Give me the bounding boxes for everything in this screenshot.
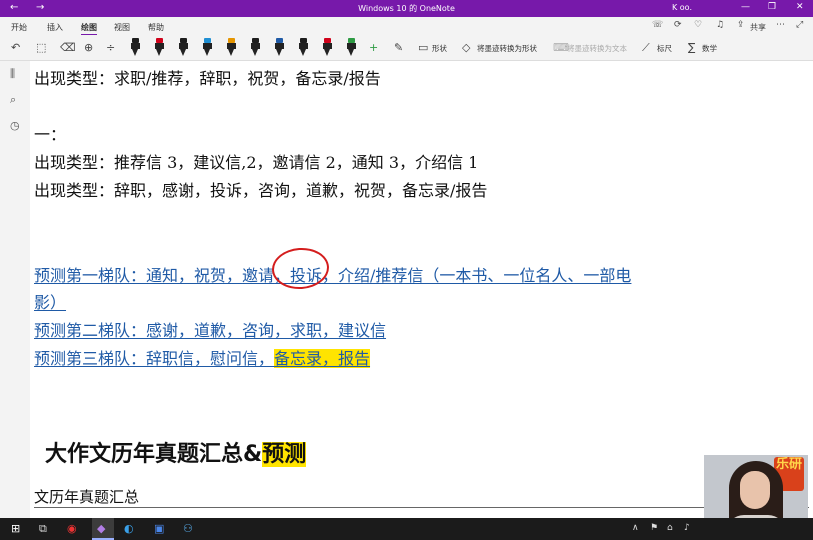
ink-to-text-button: 将墨迹转换为文本 [567,44,627,53]
expand-ribbon-icon[interactable]: ⤢ [796,20,803,30]
prediction-tier-1[interactable]: 预测第一梯队：通知，祝贺，邀请，投诉，介绍/推荐信（一本书、一位名人、一部电 [34,262,631,286]
close-icon[interactable]: ✕ [796,2,804,12]
prediction-tier-3[interactable]: 预测第三梯队：辞职信，慰问信，备忘录，报告 [34,345,371,369]
note-line: 出现类型：推荐信 3，建议信,2，邀请信 2，通知 3，介绍信 1 [34,153,479,172]
ink-to-shape-button[interactable]: 将墨迹转换为形状 [477,43,537,54]
pen-tip [300,49,306,56]
highlighted-text: 备忘录，报告 [274,349,371,368]
word-app-icon[interactable]: ▣ [154,522,164,535]
add-pen-icon[interactable]: + [369,41,378,54]
prediction-text: 预测第三梯队：辞职信，慰问信， [34,349,275,368]
note-line: 出现类型：求职/推荐，辞职，祝贺，备忘录/报告 [34,69,381,88]
pen-tip [276,49,282,56]
meeting-app-icon[interactable]: ⚇ [183,522,193,535]
ruler-icon[interactable]: ⟋ [642,41,650,55]
highlighted-heading-text: 预测 [262,442,307,467]
share-button[interactable]: 共享 [750,22,766,33]
lasso-select-icon[interactable]: ⬚ [36,41,46,54]
shapes-icon[interactable]: ▭ [418,41,428,54]
pen-tool[interactable] [155,38,164,57]
pen-tip [252,49,258,56]
pen-tip [132,49,138,56]
sync-icon[interactable]: ⟳ [674,20,682,30]
notifications-icon[interactable]: ☏ [652,20,663,30]
eraser-icon[interactable]: ⌫ [60,41,76,54]
tips-icon[interactable]: ♡ [694,20,702,30]
note-line: 一： [34,125,67,144]
minimize-icon[interactable]: — [741,2,750,12]
search-icon[interactable]: ⌕ [10,93,16,107]
tray-app-icon[interactable]: ⚑ [650,523,658,533]
onenote-window: { "window": { "title": "Windows 10 的 One… [0,0,813,540]
presenter-face [740,471,770,509]
pen-tip [228,49,234,56]
pen-tool[interactable] [203,38,212,57]
volume-icon[interactable]: ♪ [684,523,690,533]
subheading: 文历年真题汇总 [34,488,140,506]
heading-text: 大作文历年真题汇总& [45,442,263,467]
tab-help[interactable]: 帮助 [148,22,164,33]
pen-tip [348,49,354,56]
prediction-tier-2[interactable]: 预测第二梯队：感谢，道歉，咨询，求职，建议信 [34,317,386,341]
undo-icon[interactable]: ↶ [11,41,20,54]
network-icon[interactable]: ⌂ [667,523,673,533]
pen-tool[interactable] [227,38,236,57]
pen-tip [180,49,186,56]
math-button[interactable]: 数学 [702,43,717,54]
pen-tool[interactable] [275,38,284,57]
tab-draw[interactable]: 绘图 [81,22,97,36]
left-rail: ⫼ ⌕ ◷ [0,61,30,518]
edge-app-icon[interactable]: ◐ [124,522,134,535]
bell-icon[interactable]: ♫ [716,20,724,30]
pen-tool[interactable] [323,38,332,57]
restore-icon[interactable]: ❐ [768,2,776,12]
prediction-circled-item: 邀请 [242,266,275,285]
math-icon[interactable]: ∑ [688,41,695,54]
tray-chevron-icon[interactable]: ∧ [632,523,639,533]
recent-icon[interactable]: ◷ [10,119,20,132]
windows-start-icon[interactable]: ⊞ [11,522,20,535]
note-line: 出现类型：辞职，感谢，投诉，咨询，道歉，祝贺，备忘录/报告 [34,181,488,200]
user-name[interactable]: K oo. [672,3,692,12]
pen-tool[interactable] [179,38,188,57]
pen-tip [324,49,330,56]
draw-toolbar: ↶ ⬚ ⌫ ⊕ ÷ + ✎ ▭ 形状 ◇ 将墨迹转换为形状 ⌨ 将墨迹转换为文本… [0,35,813,61]
title-bar: ← → Windows 10 的 OneNote K oo. — ❐ ✕ [0,0,813,17]
notebooks-icon[interactable]: ⫼ [10,67,15,81]
task-view-icon[interactable]: ⧉ [39,522,47,536]
prediction-text: 预测第一梯队：通知，祝贺， [34,266,243,285]
tab-insert[interactable]: 插入 [47,22,63,33]
onenote-app-icon[interactable]: ◆ [97,522,105,535]
pen-tool[interactable] [131,38,140,57]
pen-tip [204,49,210,56]
table-border [34,507,809,508]
taskbar: ⊞ ⧉ ◉ ◆ ◐ ▣ ⚇ ∧ ⚑ ⌂ ♪ [0,518,813,540]
ribbon-tabs: 开始 插入 绘图 视图 帮助 ☏ ⟳ ♡ ♫ ⇪ 共享 ⋯ ⤢ [0,17,813,36]
add-space-icon[interactable]: ⊕ [84,41,93,54]
tab-home[interactable]: 开始 [11,22,27,33]
pen-tool[interactable] [347,38,356,57]
pen-tip [156,49,162,56]
shapes-button[interactable]: 形状 [432,43,447,54]
note-page[interactable]: 出现类型：求职/推荐，辞职，祝贺，备忘录/报告 一： 出现类型：推荐信 3，建议… [30,61,813,518]
section-heading: 大作文历年真题汇总&预测 [45,436,307,468]
tab-view[interactable]: 视图 [114,22,130,33]
pen-tool[interactable] [251,38,260,57]
share-icon[interactable]: ⇪ [737,20,745,30]
prediction-tier-1-cont[interactable]: 影） [34,289,66,313]
type-icon[interactable]: ÷ [106,41,115,54]
ink-to-shape-icon[interactable]: ◇ [462,41,470,54]
pen-tool[interactable] [299,38,308,57]
record-app-icon[interactable]: ◉ [67,522,77,535]
ink-replay-icon[interactable]: ✎ [394,41,403,54]
more-icon[interactable]: ⋯ [776,20,785,30]
ruler-button[interactable]: 标尺 [657,43,672,54]
